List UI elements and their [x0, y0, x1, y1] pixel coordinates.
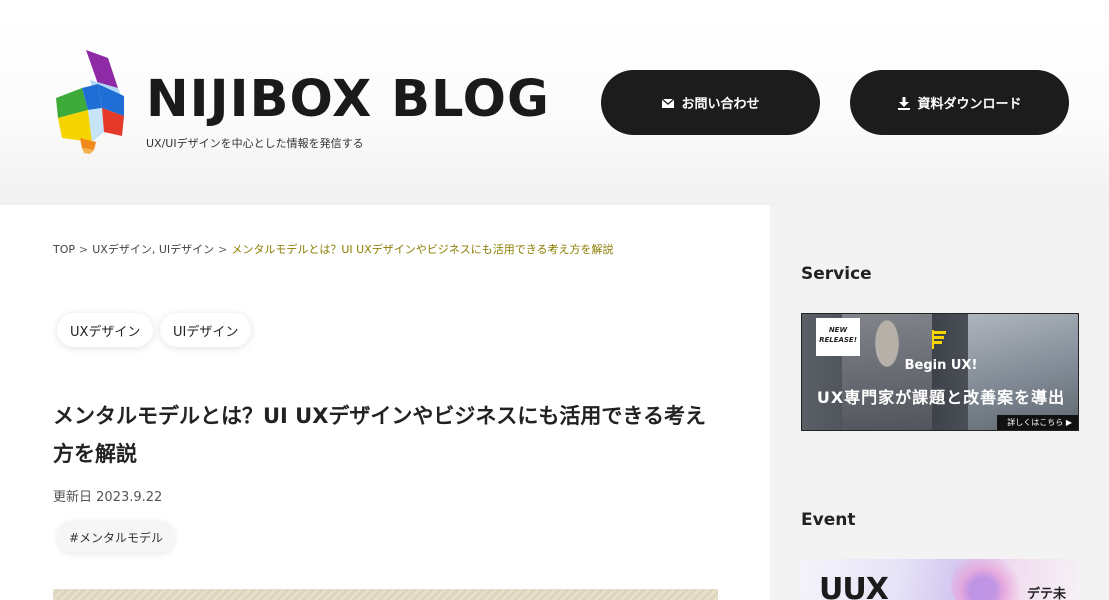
- event-logo: UUX: [819, 572, 889, 600]
- sidebar: Service NEW RELEASE! Begin UX! UX専門家が課題と…: [770, 205, 1109, 600]
- site-logo-text: NIJIBOX BLOG: [146, 70, 550, 129]
- site-logo-link[interactable]: NIJIBOX BLOG UX/UIデザインを中心とした情報を発信する: [52, 50, 582, 170]
- site-tagline: UX/UIデザインを中心とした情報を発信する: [146, 137, 364, 150]
- hashtag-mental-model[interactable]: #メンタルモデル: [57, 521, 176, 553]
- updated-date: 更新日 2023.9.22: [53, 486, 162, 505]
- category-tag-ui-design[interactable]: UIデザイン: [160, 313, 252, 347]
- download-button-label: 資料ダウンロード: [917, 97, 1022, 112]
- download-icon: [898, 96, 911, 110]
- breadcrumb-ui-design[interactable]: UIデザイン: [159, 243, 214, 256]
- contact-button[interactable]: お問い合わせ: [601, 70, 820, 135]
- article-hero-image: [53, 589, 718, 600]
- mail-icon: [662, 97, 675, 108]
- banner-begin-ux: Begin UX!: [904, 358, 978, 373]
- breadcrumb-current: メンタルモデルとは？UI UXデザインやビジネスにも活用できる考え方を解説: [231, 243, 614, 256]
- flag-icon: [932, 330, 946, 349]
- breadcrumb: TOP > UXデザイン, UIデザイン > メンタルモデルとは？UI UXデザインやビ…: [53, 241, 614, 257]
- contact-button-label: お問い合わせ: [681, 97, 760, 112]
- site-header: NIJIBOX BLOG UX/UIデザインを中心とした情報を発信する お問い合…: [0, 15, 1109, 205]
- service-banner[interactable]: NEW RELEASE! Begin UX! UX専門家が課題と改善案を導出 詳…: [801, 313, 1079, 431]
- updated-date-value: 2023.9.22: [96, 490, 163, 505]
- category-tag-ux-design[interactable]: UXデザイン: [57, 313, 154, 347]
- article-title: メンタルモデルとは？UI UXデザインやビジネスにも活用できる考え方を解説: [53, 404, 706, 466]
- breadcrumb-comma: ,: [151, 243, 156, 256]
- top-bar: [0, 0, 1109, 15]
- article-main: TOP > UXデザイン, UIデザイン > メンタルモデルとは？UI UXデザインやビ…: [0, 205, 770, 600]
- download-button[interactable]: 資料ダウンロード: [850, 70, 1069, 135]
- breadcrumb-separator: >: [218, 243, 228, 256]
- breadcrumb-ux-design[interactable]: UXデザイン: [92, 243, 152, 256]
- event-heading: Event: [801, 510, 856, 530]
- banner-swirl-graphic: [951, 559, 1031, 600]
- breadcrumb-top[interactable]: TOP: [53, 243, 75, 256]
- event-banner[interactable]: UUX デテ未: [801, 559, 1079, 600]
- nijibox-logo-icon: [56, 50, 124, 154]
- new-release-badge: NEW RELEASE!: [816, 318, 860, 356]
- banner-headline: UX専門家が課題と改善案を導出: [816, 388, 1066, 407]
- breadcrumb-separator: >: [79, 243, 89, 256]
- banner-more-link: 詳しくはこちら ▶: [997, 415, 1078, 430]
- updated-date-label: 更新日: [53, 490, 93, 505]
- event-banner-text: デテ未: [1027, 587, 1067, 600]
- service-heading: Service: [801, 264, 872, 284]
